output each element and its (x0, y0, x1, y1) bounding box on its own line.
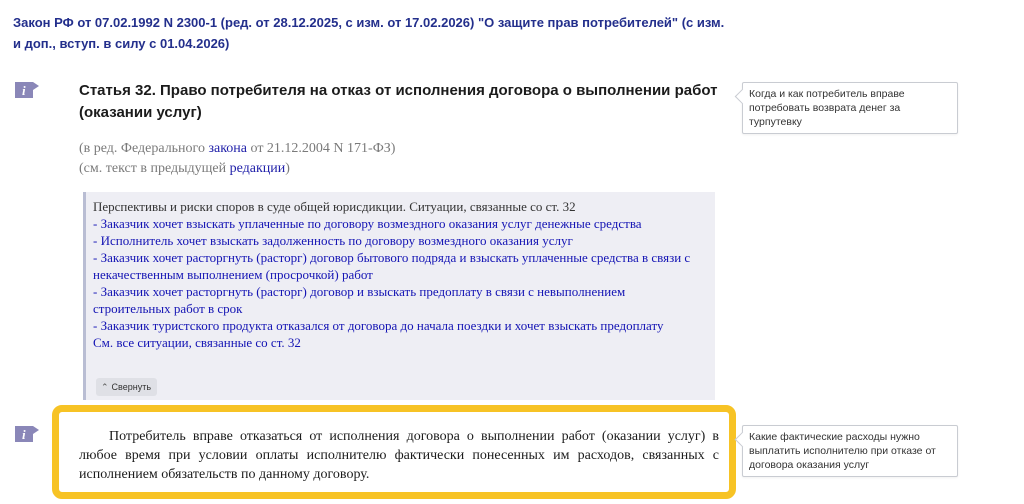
edition-line2-prefix: (см. текст в предыдущей (79, 161, 230, 176)
collapse-button[interactable]: ⌃ Свернуть (96, 378, 158, 396)
edition-info: (в ред. Федерального закона от 21.12.200… (79, 139, 679, 179)
svg-text:i: i (22, 83, 26, 98)
previous-edition-link[interactable]: редакции (230, 161, 286, 176)
chevron-up-icon: ⌃ (101, 381, 109, 392)
situation-link[interactable]: - Исполнитель хочет взыскать задолженнос… (93, 232, 705, 249)
side-note-tour-refund[interactable]: Когда и как потребитель вправе потребова… (742, 82, 958, 134)
info-icon[interactable]: i (13, 424, 41, 444)
court-situations-panel: Перспективы и риски споров в суде общей … (83, 192, 715, 400)
svg-text:i: i (22, 427, 26, 442)
edition-line2-suffix: ) (285, 161, 290, 176)
situations-heading: Перспективы и риски споров в суде общей … (93, 199, 576, 214)
edition-line1-suffix: от 21.12.2004 N 171-ФЗ) (247, 141, 396, 156)
document-title[interactable]: Закон РФ от 07.02.1992 N 2300-1 (ред. от… (13, 12, 733, 54)
situation-link[interactable]: - Заказчик хочет расторгнуть (расторг) д… (93, 283, 705, 317)
side-note-actual-expenses[interactable]: Какие фактические расходы нужно выплатит… (742, 425, 958, 477)
info-icon[interactable]: i (13, 80, 41, 100)
article-main-text: Потребитель вправе отказаться от исполне… (79, 429, 719, 482)
situation-link[interactable]: - Заказчик хочет расторгнуть (расторг) д… (93, 249, 705, 283)
edition-line1-prefix: (в ред. Федерального (79, 141, 209, 156)
situations-list: - Заказчик хочет взыскать уплаченные по … (93, 215, 705, 351)
federal-law-link[interactable]: закона (208, 141, 247, 156)
all-situations-link[interactable]: См. все ситуации, связанные со ст. 32 (93, 334, 705, 351)
situation-link[interactable]: - Заказчик хочет взыскать уплаченные по … (93, 215, 705, 232)
situation-link[interactable]: - Заказчик туристского продукта отказалс… (93, 317, 705, 334)
article-title: Статья 32. Право потребителя на отказ от… (79, 82, 718, 121)
collapse-label: Свернуть (111, 381, 152, 392)
